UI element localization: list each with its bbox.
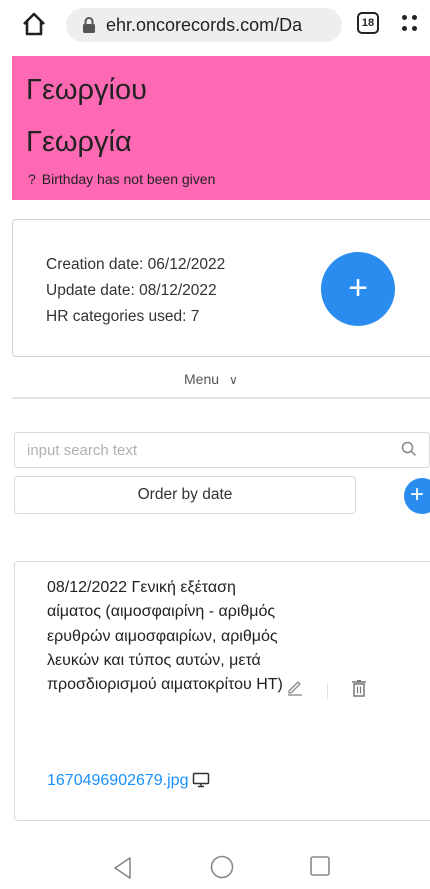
chevron-down-icon: ∨: [229, 373, 238, 385]
update-date: Update date: 08/12/2022: [46, 282, 217, 299]
delete-icon[interactable]: [351, 679, 367, 697]
monitor-icon[interactable]: [192, 772, 210, 788]
record-info-card: Creation date: 06/12/2022 Update date: 0…: [12, 219, 430, 357]
categories-used: HR categories used: 7: [46, 308, 200, 325]
back-icon[interactable]: [110, 855, 136, 881]
url-text: ehr.oncorecords.com/Da: [106, 15, 303, 35]
attachment: 1670496902679.jpg: [47, 772, 210, 790]
address-bar[interactable]: ehr.oncorecords.com/Da: [66, 8, 342, 42]
menu-toggle[interactable]: Menu ∨: [184, 371, 238, 385]
birthday-status: ? Birthday has not been given: [28, 171, 215, 187]
creation-date: Creation date: 06/12/2022: [46, 256, 226, 273]
more-icon[interactable]: [402, 13, 418, 35]
search-icon[interactable]: [401, 441, 417, 457]
home-icon[interactable]: [20, 10, 48, 38]
patient-name: Γεωργία: [26, 126, 132, 158]
add-record-button[interactable]: +: [321, 252, 395, 326]
home-circle-icon[interactable]: [209, 854, 235, 880]
browser-toolbar: ehr.oncorecords.com/Da 18: [0, 0, 430, 50]
menu-label: Menu: [184, 371, 220, 385]
patient-header: Γεωργίου Γεωργία ? Birthday has not been …: [12, 56, 430, 200]
lock-icon: [83, 17, 95, 33]
action-separator: [327, 683, 328, 699]
record-card: 08/12/2022 Γενική εξέταση αίματος (αιμοσ…: [14, 561, 430, 821]
recents-icon[interactable]: [309, 855, 331, 877]
question-icon: ?: [28, 171, 36, 187]
tabs-icon[interactable]: 18: [357, 12, 379, 34]
edit-icon[interactable]: [286, 678, 304, 696]
order-by-date-button[interactable]: Order by date: [14, 476, 356, 514]
url-fade: [302, 8, 342, 42]
patient-surname: Γεωργίου: [26, 74, 147, 106]
birthday-text: Birthday has not been given: [41, 171, 216, 187]
record-description: 08/12/2022 Γενική εξέταση αίματος (αιμοσ…: [47, 579, 283, 694]
divider: [12, 397, 430, 399]
search-input[interactable]: [14, 432, 430, 468]
add-button[interactable]: +: [404, 478, 430, 514]
attachment-link[interactable]: 1670496902679.jpg: [47, 772, 188, 789]
